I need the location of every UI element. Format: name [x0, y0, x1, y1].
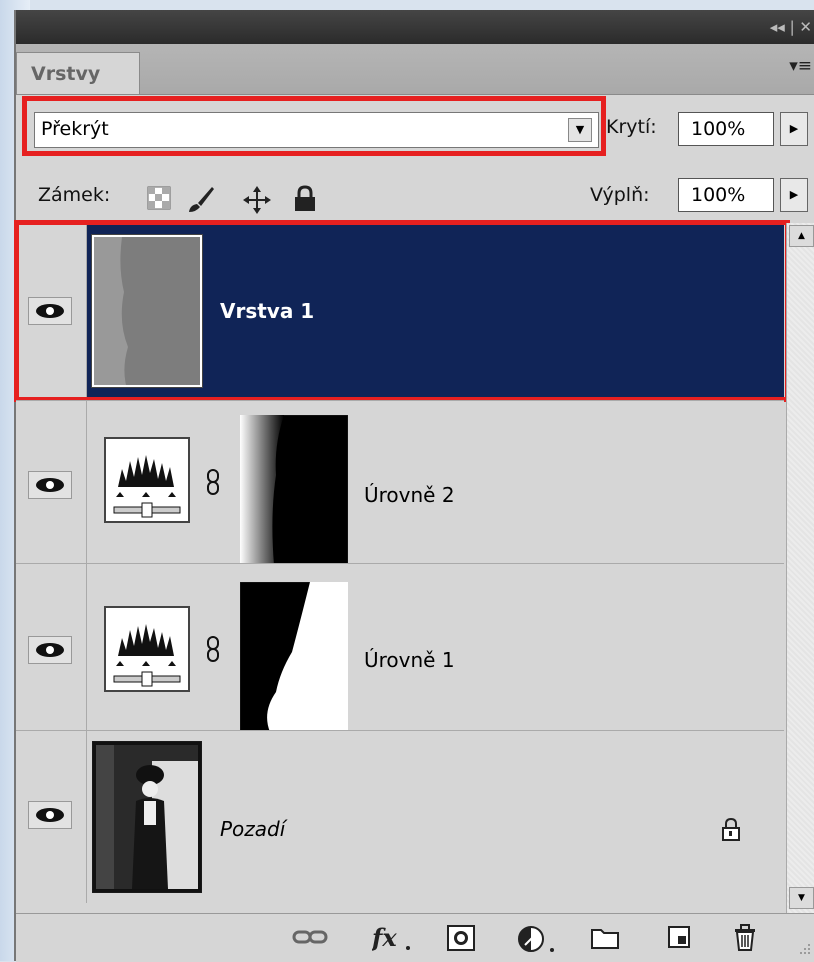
eye-icon[interactable]	[28, 636, 72, 664]
layer-mask-thumbnail	[240, 415, 348, 565]
layer-thumbnail	[92, 741, 202, 893]
resize-grip-icon[interactable]	[798, 942, 812, 956]
layer-mask-thumbnail	[240, 582, 348, 732]
panel-titlebar: ◂◂ | ✕	[16, 10, 814, 44]
trash-icon[interactable]	[732, 924, 758, 952]
layer-name: Úrovně 2	[364, 483, 455, 507]
mask-link-icon[interactable]	[206, 636, 220, 662]
fill-label: Výplň:	[590, 184, 650, 206]
lock-move-icon[interactable]	[242, 185, 272, 215]
opacity-slider-button[interactable]: ▶	[780, 112, 808, 146]
link-layers-icon[interactable]	[292, 924, 328, 950]
layer-row-urovne-2[interactable]: Úrovně 2	[16, 401, 784, 565]
fill-slider-button[interactable]: ▶	[780, 178, 808, 212]
lock-transparency-icon[interactable]	[146, 185, 172, 211]
eye-icon[interactable]	[28, 471, 72, 499]
lock-icon	[722, 817, 740, 841]
levels-adjustment-icon	[104, 606, 190, 692]
layers-bottom-toolbar: fx	[16, 913, 814, 962]
scroll-down-icon[interactable]: ▼	[789, 887, 814, 909]
layers-scrollbar[interactable]: ▲ ▼	[786, 223, 814, 913]
layers-panel: ◂◂ | ✕ Vrstvy ▾≡ Překrýt ▼ Krytí: 100% ▶…	[14, 10, 814, 962]
panel-tab-row: Vrstvy ▾≡	[16, 44, 814, 95]
new-layer-icon[interactable]	[666, 924, 692, 950]
eye-icon[interactable]	[28, 801, 72, 829]
fill-input[interactable]: 100%	[678, 178, 774, 212]
opacity-input[interactable]: 100%	[678, 112, 774, 146]
visibility-column	[16, 731, 87, 903]
visibility-column	[16, 401, 87, 563]
scroll-up-icon[interactable]: ▲	[789, 225, 814, 247]
opacity-value: 100%	[691, 118, 746, 140]
layer-name: Pozadí	[220, 817, 286, 841]
visibility-column	[16, 564, 87, 730]
layer-row-urovne-1[interactable]: Úrovně 1	[16, 564, 784, 732]
panel-menu-icon[interactable]: ▾≡	[789, 56, 812, 76]
mask-link-icon[interactable]	[206, 469, 220, 495]
blend-mode-highlight	[22, 96, 606, 156]
lock-all-icon[interactable]	[292, 185, 318, 213]
layer-row-pozadi[interactable]: Pozadí	[16, 731, 784, 903]
add-mask-icon[interactable]	[446, 924, 476, 952]
fx-icon[interactable]: fx	[372, 924, 412, 954]
collapse-close-icon[interactable]: ◂◂ | ✕	[770, 18, 812, 36]
lock-paint-brush-icon[interactable]	[186, 185, 216, 213]
layer-name: Úrovně 1	[364, 648, 455, 672]
fill-value: 100%	[691, 184, 746, 206]
opacity-label: Krytí:	[606, 116, 657, 138]
lock-label: Zámek:	[38, 184, 111, 206]
tab-layers-label: Vrstvy	[31, 63, 101, 85]
levels-adjustment-icon	[104, 437, 190, 523]
folder-icon[interactable]	[590, 924, 620, 950]
svg-text:fx: fx	[372, 924, 397, 952]
adjustment-layer-icon[interactable]	[516, 924, 556, 954]
layer-highlight	[14, 220, 790, 402]
tab-layers[interactable]: Vrstvy	[16, 52, 140, 94]
